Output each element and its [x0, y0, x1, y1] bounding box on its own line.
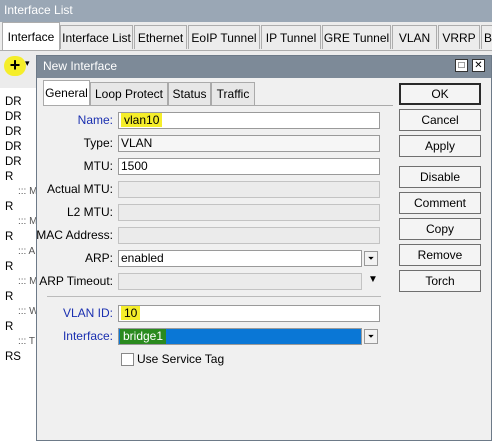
arp-timeout-field	[118, 273, 362, 290]
window-title-bar: Interface List	[0, 0, 492, 22]
window-title: Interface List	[4, 3, 73, 17]
plus-icon: +	[9, 55, 21, 75]
tab-general[interactable]: General	[43, 80, 90, 106]
mac-address-field	[118, 227, 380, 244]
torch-button[interactable]: Torch	[399, 270, 481, 292]
use-service-tag-checkbox[interactable]	[121, 353, 134, 366]
cancel-button[interactable]: Cancel	[399, 109, 481, 131]
list-comment: ::: T	[18, 336, 36, 347]
list-item[interactable]: DR	[5, 126, 22, 138]
list-item[interactable]: R	[5, 171, 13, 183]
list-item[interactable]: DR	[5, 156, 22, 168]
mtu-field[interactable]: 1500	[118, 158, 380, 175]
mtu-label: MTU:	[83, 159, 113, 173]
type-label: Type:	[83, 136, 113, 150]
list-comment: ::: M	[18, 186, 38, 197]
arp-timeout-label: ARP Timeout:	[39, 274, 113, 288]
list-item[interactable]: DR	[5, 111, 22, 123]
tab-underline	[43, 105, 393, 106]
actual-mtu-field	[118, 181, 380, 198]
ok-button[interactable]: OK	[399, 83, 481, 105]
tab-traffic[interactable]: Traffic	[211, 82, 255, 105]
interface-select[interactable]: bridge1	[118, 328, 362, 345]
list-comment: ::: M	[18, 216, 38, 227]
list-item[interactable]: R	[5, 321, 13, 333]
interface-value: bridge1	[120, 329, 167, 344]
l2-mtu-label: L2 MTU:	[66, 205, 113, 219]
dialog-title: New Interface	[43, 59, 118, 73]
interface-dropdown-icon[interactable]: ⏷	[364, 329, 378, 344]
copy-button[interactable]: Copy	[399, 218, 481, 240]
tab-vrrp[interactable]: VRRP	[438, 25, 480, 49]
list-item[interactable]: R	[5, 261, 13, 273]
interface-label: Interface:	[62, 329, 113, 343]
dialog-title-bar[interactable]: New Interface □ ✕	[37, 56, 491, 78]
type-field: VLAN	[118, 135, 380, 152]
list-comment: ::: M	[18, 276, 38, 287]
restore-icon[interactable]: □	[455, 59, 468, 72]
close-icon[interactable]: ✕	[472, 59, 485, 72]
tab-vlan[interactable]: VLAN	[392, 25, 437, 49]
name-label: Name:	[77, 113, 113, 127]
comment-button[interactable]: Comment	[399, 192, 481, 214]
arp-timeout-expand-icon[interactable]: ▼	[368, 274, 378, 285]
name-value: vlan10	[121, 113, 163, 127]
list-comment: ::: A	[18, 246, 36, 257]
l2-mtu-field	[118, 204, 380, 221]
apply-button[interactable]: Apply	[399, 135, 481, 157]
name-field[interactable]: vlan10	[118, 112, 380, 129]
actual-mtu-label: Actual MTU:	[46, 182, 113, 196]
tab-interface-list[interactable]: Interface List	[60, 25, 133, 49]
disable-button[interactable]: Disable	[399, 166, 481, 188]
vlan-id-label: VLAN ID:	[62, 306, 113, 320]
list-item[interactable]: DR	[5, 141, 22, 153]
remove-button[interactable]: Remove	[399, 244, 481, 266]
tab-eoip-tunnel[interactable]: EoIP Tunnel	[188, 25, 260, 49]
tab-ip-tunnel[interactable]: IP Tunnel	[261, 25, 321, 49]
add-dropdown-caret-icon[interactable]: ▾	[25, 58, 30, 69]
add-button[interactable]: +	[4, 56, 26, 76]
use-service-tag-label: Use Service Tag	[137, 352, 225, 366]
tab-loop-protect[interactable]: Loop Protect	[90, 82, 168, 105]
list-item[interactable]: DR	[5, 96, 22, 108]
mac-address-label: MAC Address:	[36, 228, 113, 242]
arp-select[interactable]: enabled	[118, 250, 362, 267]
section-divider	[47, 296, 381, 297]
interface-tab-bar: Interface Interface List Ethernet EoIP T…	[0, 22, 492, 51]
tab-ethernet[interactable]: Ethernet	[134, 25, 187, 49]
tab-gre-tunnel[interactable]: GRE Tunnel	[322, 25, 391, 49]
list-item[interactable]: R	[5, 231, 13, 243]
tab-interface[interactable]: Interface	[2, 22, 60, 50]
new-interface-dialog: New Interface □ ✕ General Loop Protect S…	[36, 55, 492, 441]
vlan-id-field[interactable]: 10	[118, 305, 380, 322]
list-item[interactable]: R	[5, 201, 13, 213]
list-item[interactable]: RS	[5, 351, 21, 363]
list-item[interactable]: R	[5, 291, 13, 303]
vlan-id-value: 10	[121, 306, 141, 320]
arp-dropdown-icon[interactable]: ⏷	[364, 251, 378, 266]
arp-label: ARP:	[84, 251, 113, 265]
interface-list: DR DR DR DR DR R ::: M R ::: M R ::: A R…	[0, 88, 41, 441]
tab-status[interactable]: Status	[168, 82, 211, 105]
tab-overflow[interactable]: B	[481, 25, 492, 49]
